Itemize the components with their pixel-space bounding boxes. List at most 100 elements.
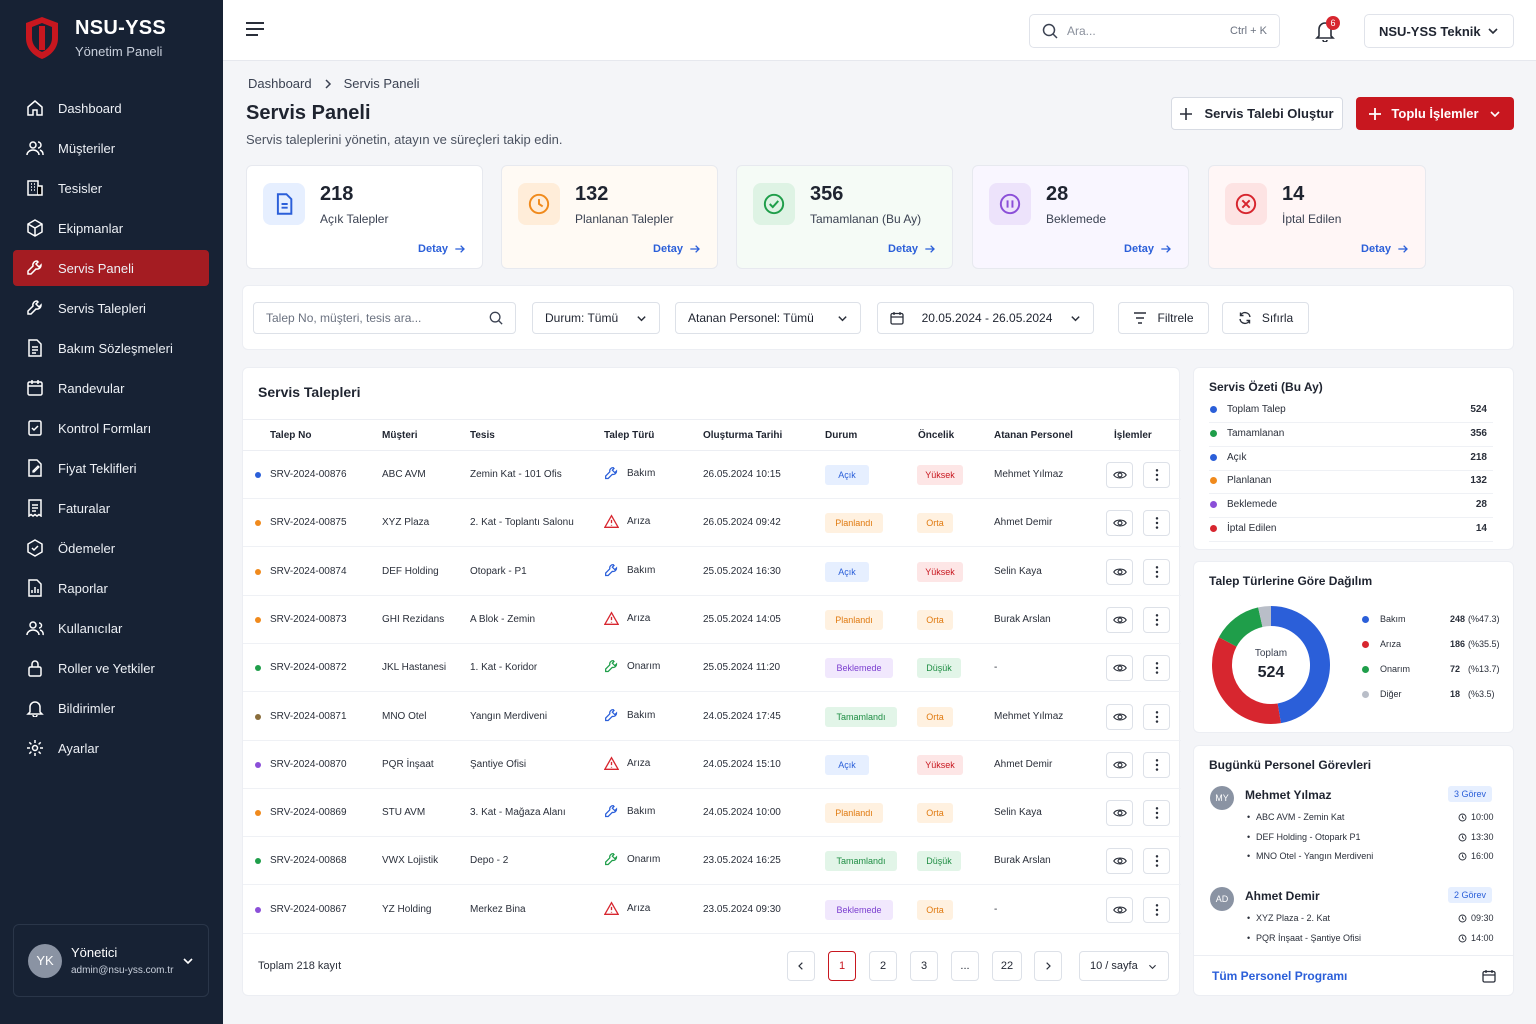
sidebar-item-servis-paneli[interactable]: Servis Paneli <box>13 250 209 286</box>
task-time: 09:30 <box>1471 913 1494 923</box>
more-actions-button[interactable] <box>1143 896 1170 923</box>
assignee-filter-select[interactable]: Atanan Personel: Tümü <box>675 302 861 334</box>
status-filter-select[interactable]: Durum: Tümü <box>532 302 660 334</box>
legend-dot <box>1362 616 1369 623</box>
more-actions-button[interactable] <box>1143 558 1170 585</box>
create-service-request-button[interactable]: Servis Talebi Oluştur <box>1171 97 1343 130</box>
stat-detail-link[interactable]: Detay <box>888 243 936 255</box>
view-button[interactable] <box>1106 510 1133 537</box>
sidebar-item-randevular[interactable]: Randevular <box>13 370 209 406</box>
sidebar-item-tesisler[interactable]: Tesisler <box>13 170 209 206</box>
next-page-button[interactable] <box>1034 951 1062 981</box>
all-staff-schedule-link[interactable]: Tüm Personel Programı <box>1212 969 1347 983</box>
page-button[interactable]: 3 <box>910 951 938 981</box>
global-search-input[interactable]: Ara... Ctrl + K <box>1029 14 1280 48</box>
more-actions-button[interactable] <box>1143 800 1170 827</box>
stat-detail-link[interactable]: Detay <box>1124 243 1172 255</box>
request-no[interactable]: SRV-2024-00876 <box>270 469 347 480</box>
sidebar-item-kullan-c-lar[interactable]: Kullanıcılar <box>13 610 209 646</box>
view-button[interactable] <box>1106 896 1133 923</box>
request-no[interactable]: SRV-2024-00870 <box>270 759 347 770</box>
filter-button[interactable]: Filtrele <box>1118 302 1209 334</box>
legend-label: Diğer <box>1380 689 1402 699</box>
sidebar-item--demeler[interactable]: Ödemeler <box>13 530 209 566</box>
more-actions-button[interactable] <box>1143 606 1170 633</box>
request-no[interactable]: SRV-2024-00872 <box>270 662 347 673</box>
view-button[interactable] <box>1106 751 1133 778</box>
request-no[interactable]: SRV-2024-00869 <box>270 807 347 818</box>
per-page-select[interactable]: 10 / sayfa <box>1079 951 1169 981</box>
search-shortcut: Ctrl + K <box>1230 25 1267 37</box>
view-button[interactable] <box>1106 800 1133 827</box>
calendar-icon[interactable] <box>1482 969 1496 983</box>
table-row[interactable]: SRV-2024-00871 MNO Otel Yangın Merdiveni Ba… <box>243 693 1181 741</box>
date-range-picker[interactable]: 20.05.2024 - 26.05.2024 <box>877 302 1094 334</box>
sidebar-item-roller-ve-yetkiler[interactable]: Roller ve Yetkiler <box>13 650 209 686</box>
clock-icon <box>1458 833 1467 841</box>
view-button[interactable] <box>1106 558 1133 585</box>
sidebar-item-ayarlar[interactable]: Ayarlar <box>13 730 209 766</box>
sidebar-item-dashboard[interactable]: Dashboard <box>13 90 209 126</box>
reset-button[interactable]: Sıfırla <box>1222 302 1309 334</box>
notifications-button[interactable]: 6 <box>1315 16 1340 42</box>
request-no[interactable]: SRV-2024-00874 <box>270 566 347 577</box>
sidebar-item-bildirimler[interactable]: Bildirimler <box>13 690 209 726</box>
view-button[interactable] <box>1106 703 1133 730</box>
table-row[interactable]: SRV-2024-00869 STU AVM 3. Kat - Mağaza Ala… <box>243 789 1181 838</box>
brand-subtitle: Yönetim Paneli <box>75 44 163 59</box>
sidebar-item-faturalar[interactable]: Faturalar <box>13 490 209 526</box>
more-actions-button[interactable] <box>1143 751 1170 778</box>
table-row[interactable]: SRV-2024-00876 ABC AVM Zemin Kat - 101 Ofi… <box>243 451 1181 499</box>
table-row[interactable]: SRV-2024-00873 GHI Rezidans A Blok - Zemin… <box>243 596 1181 644</box>
more-actions-button[interactable] <box>1143 848 1170 875</box>
request-no[interactable]: SRV-2024-00867 <box>270 904 347 915</box>
view-button[interactable] <box>1106 655 1133 682</box>
page-button[interactable]: ... <box>951 951 979 981</box>
request-no[interactable]: SRV-2024-00868 <box>270 855 347 866</box>
request-type: Onarım <box>604 852 660 867</box>
view-button[interactable] <box>1106 606 1133 633</box>
page-button[interactable]: 22 <box>992 951 1022 981</box>
table-row[interactable]: SRV-2024-00868 VWX Lojistik Depo - 2 Onarım… <box>243 837 1181 886</box>
more-actions-button[interactable] <box>1143 655 1170 682</box>
prev-page-button[interactable] <box>787 951 815 981</box>
sidebar-item-servis-talepleri[interactable]: Servis Talepleri <box>13 290 209 326</box>
request-type: Arıza <box>604 514 650 529</box>
task-location: ABC AVM - Zemin Kat <box>1256 812 1345 822</box>
sidebar-item-m-teriler[interactable]: Müşteriler <box>13 130 209 166</box>
more-actions-button[interactable] <box>1143 703 1170 730</box>
tenant-selector[interactable]: NSU-YSS Teknik <box>1364 14 1514 48</box>
page-button[interactable]: 1 <box>828 951 856 981</box>
stat-detail-link[interactable]: Detay <box>1361 243 1409 255</box>
brand[interactable]: NSU-YSS Yönetim Paneli <box>24 16 166 60</box>
menu-icon[interactable] <box>245 21 265 37</box>
breadcrumb-root[interactable]: Dashboard <box>248 76 312 91</box>
created-date: 24.05.2024 15:10 <box>703 758 781 770</box>
page-button[interactable]: 2 <box>869 951 897 981</box>
request-search-input[interactable]: Talep No, müşteri, tesis ara... <box>253 302 516 334</box>
more-actions-button[interactable] <box>1143 510 1170 537</box>
user-menu[interactable]: YK Yönetici admin@nsu-yss.com.tr <box>13 924 209 997</box>
request-type: Arıza <box>604 611 650 626</box>
request-no[interactable]: SRV-2024-00873 <box>270 614 347 625</box>
status-badge: Tamamlandı <box>825 706 897 727</box>
request-no[interactable]: SRV-2024-00871 <box>270 711 347 722</box>
table-row[interactable]: SRV-2024-00875 XYZ Plaza 2. Kat - Toplantı… <box>243 499 1181 548</box>
table-row[interactable]: SRV-2024-00867 YZ Holding Merkez Bina Arıza… <box>243 886 1181 934</box>
stat-icon-box <box>1225 183 1267 225</box>
sidebar-item-fiyat-teklifleri[interactable]: Fiyat Teklifleri <box>13 450 209 486</box>
stat-detail-link[interactable]: Detay <box>653 243 701 255</box>
bulk-actions-button[interactable]: Toplu İşlemler <box>1356 97 1514 130</box>
table-row[interactable]: SRV-2024-00872 JKL Hastanesi 1. Kat - Kori… <box>243 644 1181 693</box>
table-row[interactable]: SRV-2024-00870 PQR İnşaat Şantiye Ofisi Arı… <box>243 741 1181 789</box>
view-button[interactable] <box>1106 462 1133 488</box>
more-actions-button[interactable] <box>1143 462 1170 488</box>
sidebar-item-raporlar[interactable]: Raporlar <box>13 570 209 606</box>
sidebar-item-bak-m-s-zle-meleri[interactable]: Bakım Sözleşmeleri <box>13 330 209 366</box>
table-row[interactable]: SRV-2024-00874 DEF Holding Otopark - P1 Bak… <box>243 548 1181 596</box>
request-no[interactable]: SRV-2024-00875 <box>270 517 347 528</box>
sidebar-item-kontrol-formlar-[interactable]: Kontrol Formları <box>13 410 209 446</box>
stat-detail-link[interactable]: Detay <box>418 243 466 255</box>
view-button[interactable] <box>1106 848 1133 875</box>
sidebar-item-ekipmanlar[interactable]: Ekipmanlar <box>13 210 209 246</box>
